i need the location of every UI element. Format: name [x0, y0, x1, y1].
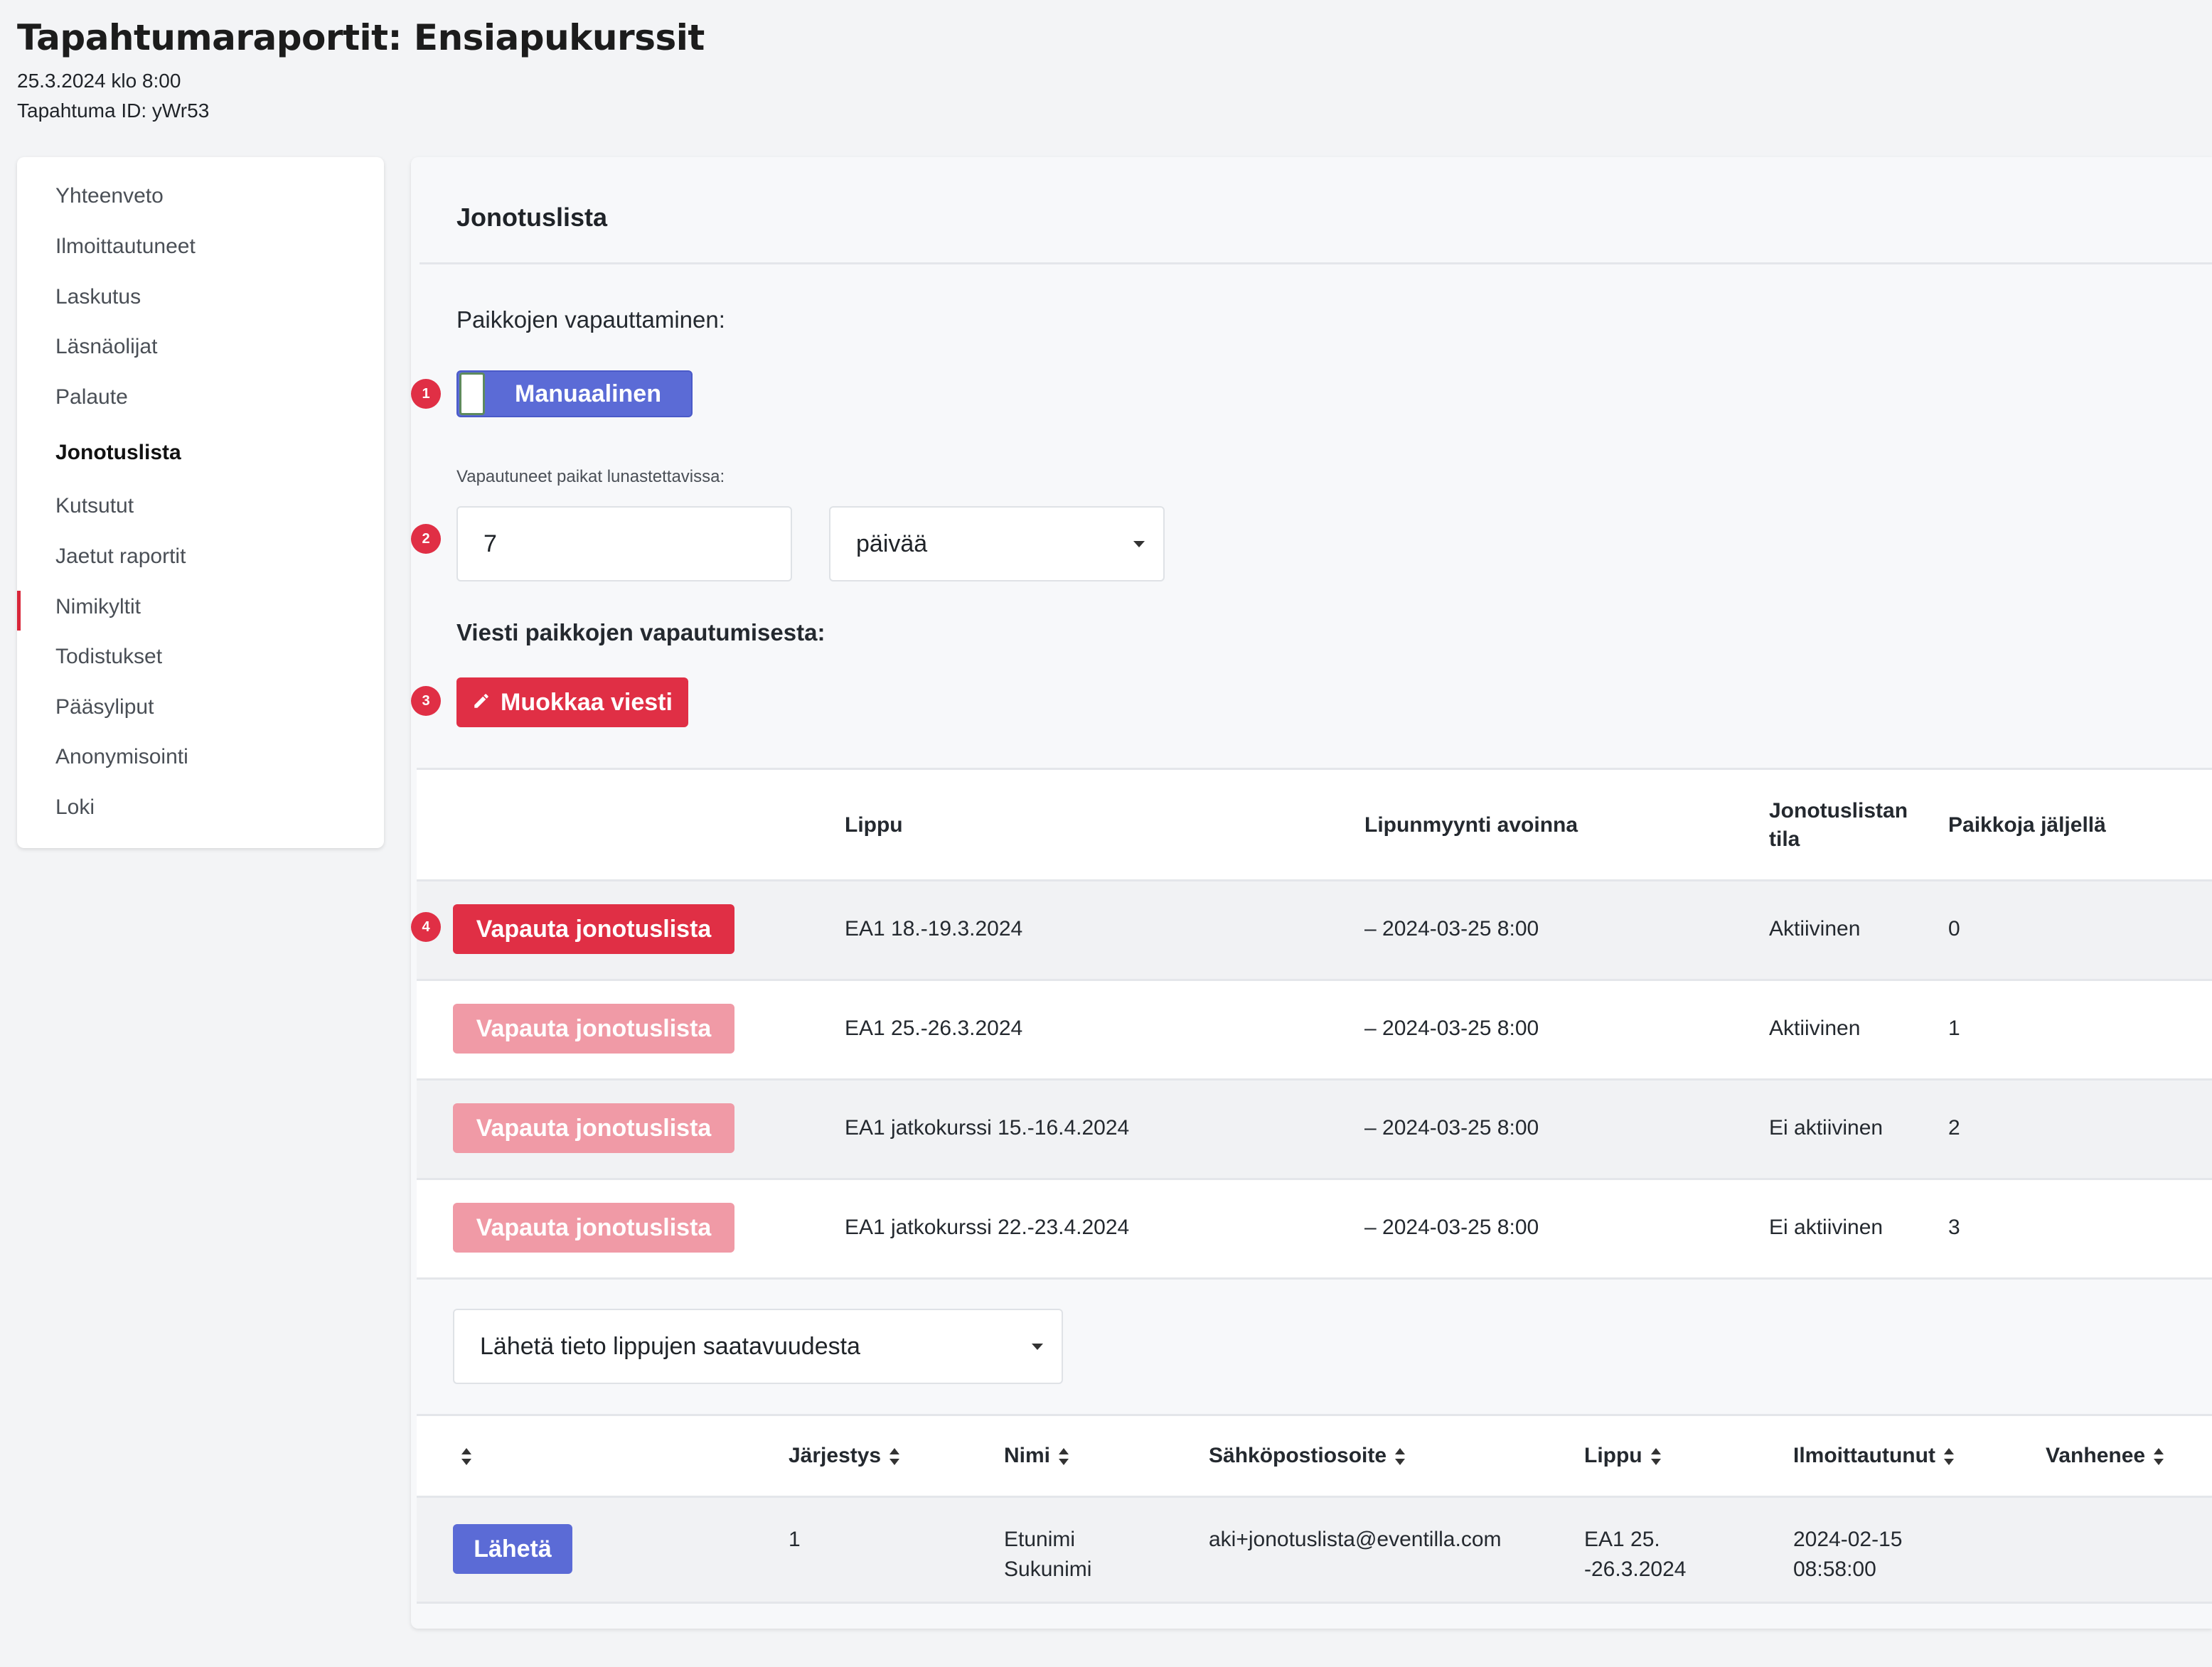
chevron-down-icon [1032, 1344, 1043, 1350]
page-title: Tapahtumaraportit: Ensiapukurssit [17, 17, 705, 58]
queue-order: 1 [789, 1528, 801, 1551]
col-header-queue-status: Jonotuslistan tila [1769, 799, 1908, 851]
sidebar-item-laskutus[interactable]: Laskutus [55, 285, 141, 309]
ticket-name: EA1 18.-19.3.2024 [845, 917, 1023, 940]
sidebar-active-indicator [17, 591, 21, 631]
queue-status: Ei aktiivinen [1769, 1116, 1884, 1140]
col-header-expires[interactable]: Vanhenee [2046, 1442, 2165, 1470]
release-queue-button-disabled[interactable]: Vapauta jonotuslista [453, 1004, 734, 1054]
seats-left: 0 [1948, 917, 1960, 940]
send-button[interactable]: Lähetä [453, 1524, 572, 1574]
sort-icon[interactable] [460, 1442, 473, 1470]
sidebar-item-kutsutut[interactable]: Kutsutut [55, 494, 134, 518]
sales-open: – 2024-03-25 8:00 [1364, 1116, 1539, 1140]
seats-left: 3 [1948, 1216, 1960, 1239]
col-header-registered[interactable]: Ilmoittautunut [1793, 1442, 1955, 1470]
section-title: Jonotuslista [456, 203, 608, 232]
seats-left: 1 [1948, 1017, 1960, 1040]
col-header-email[interactable]: Sähköpostiosoite [1209, 1442, 1406, 1470]
col-header-sales-open: Lipunmyynti avoinna [1364, 813, 1578, 837]
event-date: 25.3.2024 klo 8:00 [17, 70, 181, 92]
notify-availability-select[interactable]: Lähetä tieto lippujen saatavuudesta [453, 1309, 1063, 1384]
seats-left: 2 [1948, 1116, 1960, 1140]
sidebar-item-jaetut-raportit[interactable]: Jaetut raportit [55, 545, 186, 569]
step-badge-4: 4 [411, 912, 441, 942]
claim-unit-select[interactable]: päivää [829, 506, 1165, 581]
sidebar-item-nimikyltit[interactable]: Nimikyltit [55, 595, 141, 619]
col-header-order[interactable]: Järjestys [789, 1442, 901, 1470]
step-badge-2: 2 [411, 524, 441, 554]
queue-status: Ei aktiivinen [1769, 1216, 1884, 1239]
ticket-name: EA1 jatkokurssi 22.-23.4.2024 [845, 1216, 1130, 1239]
col-header-ticket[interactable]: Lippu [1584, 1442, 1662, 1470]
sidebar-item-ilmoittautuneet[interactable]: Ilmoittautuneet [55, 235, 196, 259]
sidebar-item-jonotuslista[interactable]: Jonotuslista [55, 441, 181, 465]
row-divider [417, 1277, 2212, 1280]
claim-days-value: 7 [483, 530, 497, 557]
release-queue-button-disabled[interactable]: Vapauta jonotuslista [453, 1103, 734, 1153]
queue-status: Aktiivinen [1769, 1017, 1861, 1040]
claim-days-input[interactable]: 7 [456, 506, 792, 581]
ticket-name: EA1 jatkokurssi 15.-16.4.2024 [845, 1116, 1130, 1140]
queue-status: Aktiivinen [1769, 917, 1861, 940]
sales-open: – 2024-03-25 8:00 [1364, 1216, 1539, 1239]
sidebar-item-todistukset[interactable]: Todistukset [55, 645, 162, 669]
message-label: Viesti paikkojen vapautumisesta: [456, 619, 826, 645]
release-label: Paikkojen vapauttaminen: [456, 306, 725, 333]
main-panel: Jonotuslista Paikkojen vapauttaminen: 1 … [411, 157, 2212, 1629]
release-queue-button-disabled[interactable]: Vapauta jonotuslista [453, 1203, 734, 1253]
sort-icon [1395, 1448, 1406, 1466]
sidebar: Yhteenveto Ilmoittautuneet Laskutus Läsn… [17, 157, 384, 848]
sales-open: – 2024-03-25 8:00 [1364, 917, 1539, 940]
sidebar-item-paasyliput[interactable]: Pääsyliput [55, 695, 154, 719]
sidebar-item-palaute[interactable]: Palaute [55, 385, 128, 409]
sort-icon [1943, 1448, 1954, 1466]
sort-icon [2154, 1448, 2164, 1466]
row-divider [417, 1602, 2212, 1604]
queue-ticket: EA1 25. -26.3.2024 [1584, 1528, 1687, 1581]
ticket-name: EA1 25.-26.3.2024 [845, 1017, 1023, 1040]
pencil-icon [472, 689, 491, 717]
sort-icon [889, 1448, 900, 1466]
sidebar-item-anonymisointi[interactable]: Anonymisointi [55, 745, 188, 769]
release-mode-label: Manuaalinen [515, 380, 661, 407]
sidebar-item-lasnaolijat[interactable]: Läsnäolijat [55, 335, 157, 359]
release-mode-toggle[interactable]: Manuaalinen [456, 370, 693, 417]
claim-period-label: Vapautuneet paikat lunastettavissa: [456, 467, 725, 486]
step-badge-3: 3 [411, 686, 441, 716]
divider [420, 262, 2212, 264]
sort-icon [1059, 1448, 1069, 1466]
edit-message-button[interactable]: Muokkaa viesti [456, 677, 688, 727]
queue-registered: 2024-02-15 08:58:00 [1793, 1528, 1903, 1581]
toggle-knob [459, 372, 485, 415]
sidebar-item-yhteenveto[interactable]: Yhteenveto [55, 184, 164, 208]
chevron-down-icon [1133, 541, 1145, 547]
col-header-name[interactable]: Nimi [1004, 1442, 1070, 1470]
col-header-seats-left: Paikkoja jäljellä [1948, 813, 2106, 837]
claim-unit-value: päivää [856, 530, 928, 557]
sales-open: – 2024-03-25 8:00 [1364, 1017, 1539, 1040]
notify-availability-value: Lähetä tieto lippujen saatavuudesta [480, 1332, 860, 1360]
queue-email: aki+jonotuslista@eventilla.com [1209, 1528, 1502, 1551]
release-queue-button[interactable]: Vapauta jonotuslista [453, 904, 734, 954]
sort-icon [1650, 1448, 1661, 1466]
event-id: Tapahtuma ID: yWr53 [17, 100, 210, 122]
queue-name: Etunimi Sukunimi [1004, 1528, 1092, 1581]
col-header-ticket: Lippu [845, 813, 903, 837]
edit-message-label: Muokkaa viesti [501, 688, 673, 716]
sidebar-item-loki[interactable]: Loki [55, 795, 95, 820]
step-badge-1: 1 [411, 379, 441, 409]
